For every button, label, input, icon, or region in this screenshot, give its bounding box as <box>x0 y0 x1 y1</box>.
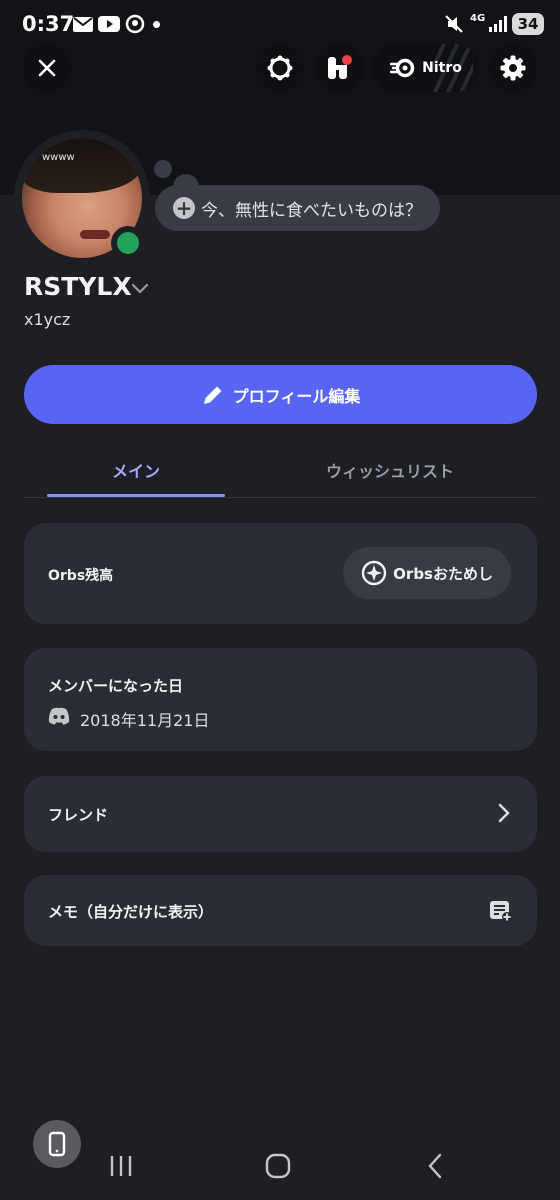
battery-level: 34 <box>512 13 544 35</box>
tab-wishlist[interactable]: ウィッシュリスト <box>326 458 454 482</box>
username: x1ycz <box>24 310 71 329</box>
gear-icon <box>500 55 526 81</box>
note-card[interactable]: メモ（自分だけに表示） <box>24 875 537 946</box>
avatar-caption: wwww <box>42 152 75 163</box>
orbs-trial-button[interactable]: Orbsおためし <box>343 547 511 599</box>
member-since-label: メンバーになった日 <box>48 677 184 695</box>
member-since-date: 2018年11月21日 <box>80 711 210 730</box>
display-name[interactable]: RSTYLX <box>24 272 132 301</box>
recent-apps-icon <box>110 1156 132 1176</box>
plus-icon: + <box>173 197 195 219</box>
mail-icon <box>72 15 94 33</box>
chevron-down-icon[interactable] <box>131 280 149 299</box>
signal-icon <box>488 15 508 33</box>
orbs-trial-label: Orbsおためし <box>393 564 493 583</box>
note-label: メモ（自分だけに表示） <box>48 903 214 921</box>
tab-main[interactable]: メイン <box>112 458 160 482</box>
pencil-icon <box>203 386 222 404</box>
tab-divider <box>24 497 537 498</box>
status-prompt: 今、無性に食べたいものは？ <box>201 200 422 221</box>
status-bar: 0:37 4G 34 <box>0 0 560 50</box>
home-icon <box>265 1153 291 1179</box>
close-button[interactable] <box>23 44 71 92</box>
recent-apps-button[interactable] <box>106 1150 136 1182</box>
friends-label: フレンド <box>48 806 109 824</box>
nitro-icon <box>390 58 415 78</box>
home-button[interactable] <box>263 1150 293 1182</box>
youtube-icon <box>98 15 120 33</box>
friends-card[interactable]: フレンド <box>24 776 537 852</box>
discord-icon <box>48 707 70 729</box>
orbs-balance-label: Orbs残高 <box>48 568 114 584</box>
avatar-hair <box>22 138 142 193</box>
nitro-label: Nitro <box>422 60 462 76</box>
edit-profile-label: プロフィール編集 <box>232 386 361 406</box>
mute-icon <box>444 15 464 33</box>
network-type: 4G <box>470 13 486 24</box>
shop-icon <box>328 55 352 79</box>
online-status-indicator <box>111 226 145 260</box>
close-icon <box>38 59 56 77</box>
nitro-button[interactable]: Nitro <box>373 44 479 92</box>
location-icon <box>124 14 146 34</box>
chevron-right-icon <box>497 802 511 828</box>
settings-button[interactable] <box>489 44 537 92</box>
active-tab-indicator <box>47 494 225 497</box>
wreath-icon <box>267 55 293 81</box>
back-icon <box>428 1153 442 1179</box>
status-time: 0:37 <box>22 12 75 36</box>
floating-phone-button[interactable] <box>33 1120 81 1168</box>
notification-dot <box>153 21 160 28</box>
add-note-icon <box>489 899 513 927</box>
avatar-decoration-button[interactable] <box>256 44 304 92</box>
custom-status-bubble[interactable]: + 今、無性に食べたいものは？ <box>155 185 440 231</box>
bubble-tail-small <box>154 160 172 178</box>
shop-button[interactable] <box>315 44 363 92</box>
edit-profile-button[interactable]: プロフィール編集 <box>24 365 537 424</box>
avatar-mouth <box>80 230 110 239</box>
phone-icon <box>48 1131 66 1157</box>
orb-icon <box>361 560 387 586</box>
member-since-card: メンバーになった日 2018年11月21日 <box>24 648 537 751</box>
orbs-card: Orbs残高 Orbsおためし <box>24 523 537 624</box>
back-button[interactable] <box>420 1150 450 1182</box>
